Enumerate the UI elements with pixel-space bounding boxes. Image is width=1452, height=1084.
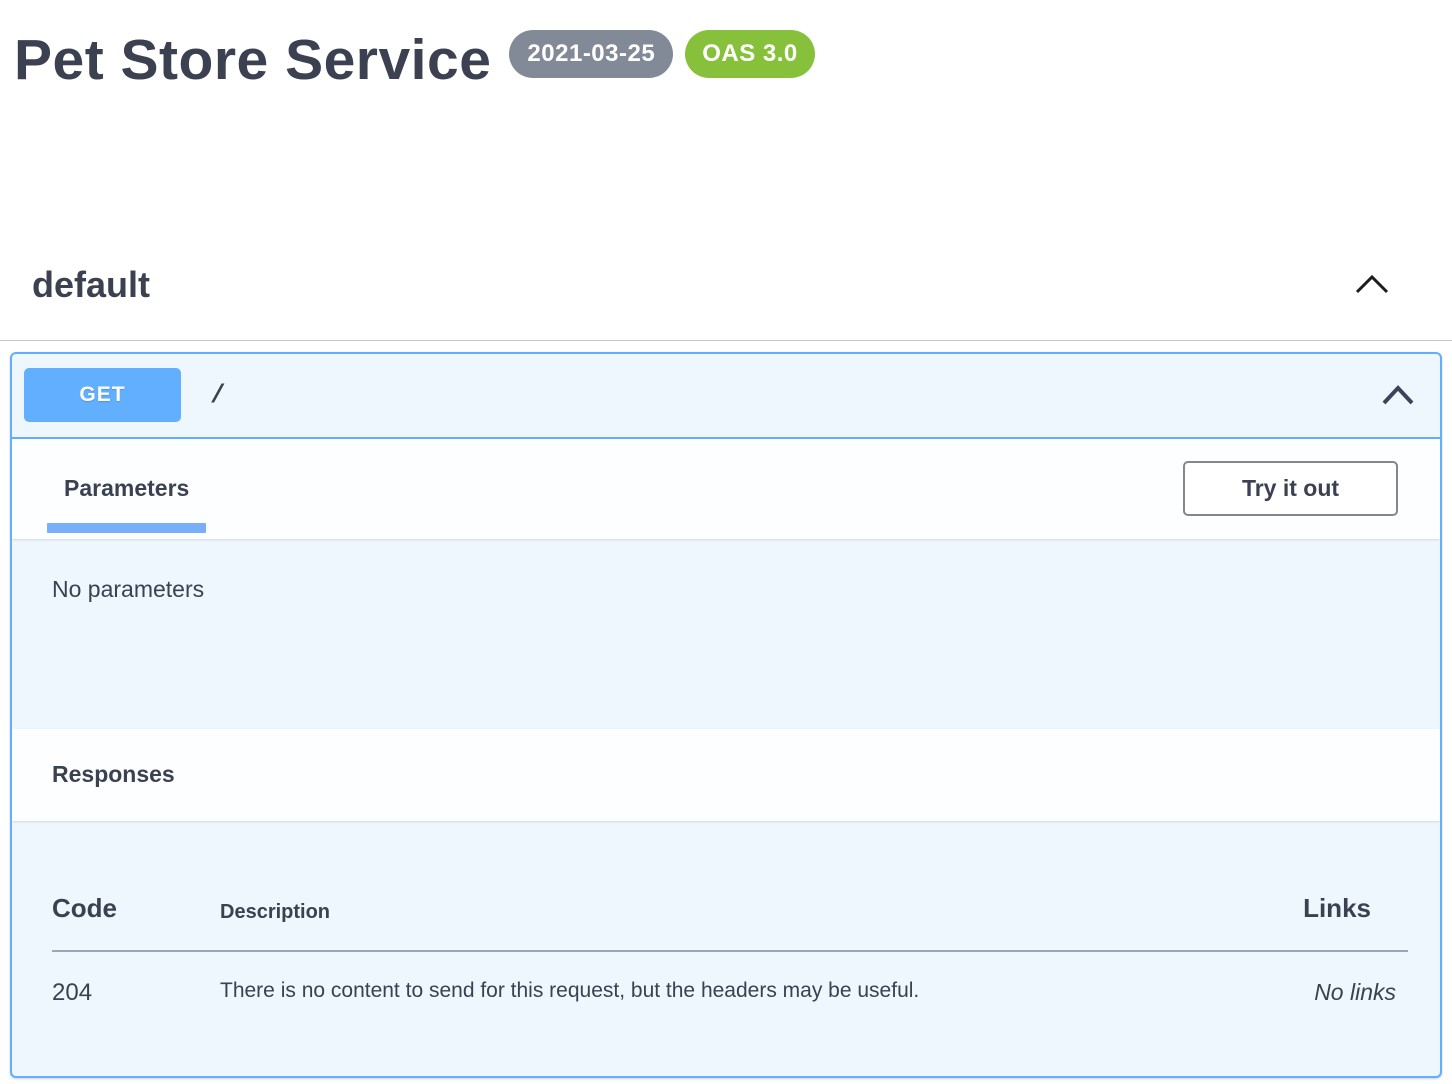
parameters-tab-label: Parameters <box>64 475 189 502</box>
api-info-header: Pet Store Service 2021-03-25OAS 3.0 <box>0 0 1452 94</box>
column-header-links: Links <box>1258 821 1408 951</box>
responses-table: Code Description Links 204 There is no c… <box>52 821 1408 1007</box>
tag-collapse-chevron-icon[interactable] <box>1354 272 1390 296</box>
responses-section-header: Responses <box>12 729 1440 821</box>
page-title: Pet Store Service <box>14 28 491 92</box>
oas-version-badge: OAS 3.0 <box>685 30 815 78</box>
responses-table-container: Code Description Links 204 There is no c… <box>12 821 1440 1076</box>
tab-parameters[interactable]: Parameters <box>47 439 206 539</box>
parameters-body: No parameters <box>12 539 1440 729</box>
tag-divider <box>0 340 1452 341</box>
column-header-code: Code <box>52 821 220 951</box>
responses-title: Responses <box>52 761 175 788</box>
no-parameters-message: No parameters <box>52 576 204 602</box>
operation-summary[interactable]: GET / <box>12 354 1440 439</box>
tag-name: default <box>32 261 150 308</box>
version-badge: 2021-03-25 <box>509 30 673 78</box>
response-description: There is no content to send for this req… <box>220 951 1258 1007</box>
operation-path: / <box>210 380 226 410</box>
responses-table-head: Code Description Links <box>52 821 1408 951</box>
http-method-badge: GET <box>24 368 181 422</box>
active-tab-underline <box>47 523 206 533</box>
try-it-out-button[interactable]: Try it out <box>1183 461 1398 516</box>
parameters-section-header: Parameters Try it out <box>12 439 1440 539</box>
operation-block-get: GET / Parameters Try it out No parameter… <box>10 352 1442 1078</box>
table-row: 204 There is no content to send for this… <box>52 951 1408 1007</box>
response-code: 204 <box>52 951 220 1007</box>
tag-section-header[interactable]: default <box>0 261 1452 308</box>
response-links: No links <box>1258 951 1408 1007</box>
operation-collapse-chevron-icon[interactable] <box>1381 384 1415 406</box>
column-header-description: Description <box>220 821 1258 951</box>
